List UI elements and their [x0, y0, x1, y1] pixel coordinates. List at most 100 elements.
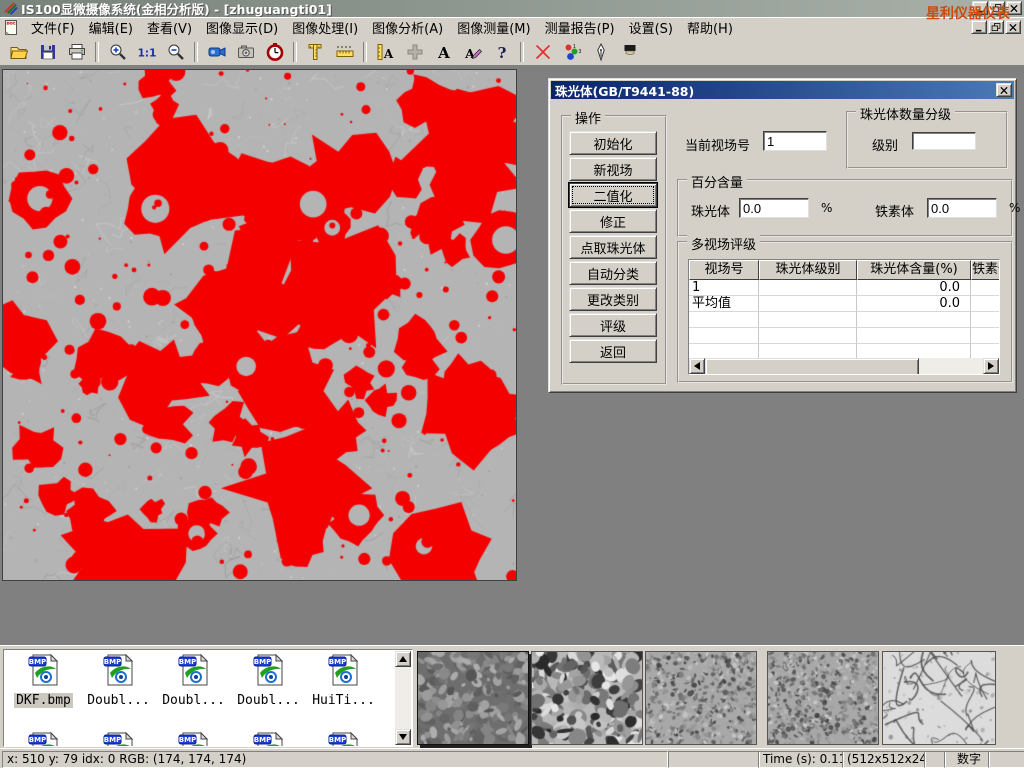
- menu-item-image-measure[interactable]: 图像测量(M): [450, 16, 537, 39]
- op-button-change-class[interactable]: 更改类别: [569, 287, 657, 311]
- toolbar-separator: [293, 42, 297, 62]
- table-cell: [759, 280, 857, 296]
- menu-item-settings[interactable]: 设置(S): [622, 16, 680, 39]
- table-header-pearlite-grade[interactable]: 珠光体级别: [759, 260, 857, 280]
- scrollbar-thumb[interactable]: [705, 358, 919, 375]
- table-header-ferrite-content[interactable]: 铁素体含量(%): [971, 260, 1000, 280]
- open-icon[interactable]: [5, 40, 32, 64]
- help-icon[interactable]: ?: [488, 40, 515, 64]
- zoom-out-icon[interactable]: [162, 40, 189, 64]
- menu-item-image-display[interactable]: 图像显示(D): [199, 16, 285, 39]
- annotate-icon[interactable]: A: [459, 40, 486, 64]
- timer-clock-icon[interactable]: [261, 40, 288, 64]
- file-item-doubl-3[interactable]: BMPDoubl...: [231, 653, 306, 708]
- color-count-icon[interactable]: 13: [558, 40, 585, 64]
- status-blank-3: [988, 751, 1024, 768]
- op-button-init[interactable]: 初始化: [569, 131, 657, 155]
- table-row-1[interactable]: 10.0: [689, 280, 999, 296]
- table-row-4[interactable]: [689, 328, 999, 344]
- table-row-3[interactable]: [689, 312, 999, 328]
- thumbnail-4[interactable]: [767, 651, 879, 745]
- current-field-input[interactable]: [763, 131, 827, 151]
- menu-item-measure-report[interactable]: 测量报告(P): [538, 16, 622, 39]
- crosshair-icon[interactable]: [401, 40, 428, 64]
- multi-field-group: 多视场评级 视场号珠光体级别珠光体含量(%)铁素体含量(%) 10.0平均值0.…: [677, 241, 1013, 383]
- op-button-binarize[interactable]: 二值化: [569, 183, 657, 207]
- op-button-pick-pearlite[interactable]: 点取珠光体: [569, 235, 657, 259]
- menu-item-image-process[interactable]: 图像处理(I): [285, 16, 365, 39]
- text-label-icon[interactable]: A: [430, 40, 457, 64]
- file-item-partial[interactable]: BMP: [81, 731, 156, 747]
- op-button-grade[interactable]: 评级: [569, 313, 657, 337]
- save-icon[interactable]: [34, 40, 61, 64]
- table-row-2[interactable]: 平均值0.0: [689, 296, 999, 312]
- file-row: BMPDKF.bmpBMPDoubl...BMPDoubl...BMPDoubl…: [6, 653, 381, 708]
- spline-erase-icon[interactable]: [529, 40, 556, 64]
- file-scrollbar-thumb[interactable]: [395, 668, 411, 706]
- ruler-icon[interactable]: [331, 40, 358, 64]
- thumbnail-5[interactable]: [882, 651, 996, 745]
- table-header-pearlite-content[interactable]: 珠光体含量(%): [857, 260, 971, 280]
- file-item-doubl-1[interactable]: BMPDoubl...: [81, 653, 156, 708]
- file-name: DKF.bmp: [14, 693, 73, 708]
- bmp-file-icon: BMP: [102, 653, 136, 691]
- table-header-field-no[interactable]: 视场号: [689, 260, 759, 280]
- scroll-left-icon[interactable]: [689, 358, 705, 374]
- capture-camera-icon[interactable]: [232, 40, 259, 64]
- file-item-partial[interactable]: BMP: [156, 731, 231, 747]
- op-button-return[interactable]: 返回: [569, 339, 657, 363]
- file-browser: BMPDKF.bmpBMPDoubl...BMPDoubl...BMPDoubl…: [3, 649, 413, 747]
- scroll-right-icon[interactable]: [983, 358, 999, 374]
- grade-group: 珠光体数量分级 级别: [846, 111, 1008, 169]
- ferrite-percent-input[interactable]: [927, 198, 997, 218]
- table-cell: [689, 312, 759, 328]
- scroll-up-icon[interactable]: [395, 651, 411, 667]
- menu-item-image-analysis[interactable]: 图像分析(A): [365, 16, 450, 39]
- scroll-down-icon[interactable]: [395, 729, 411, 745]
- file-item-dkf[interactable]: BMPDKF.bmp: [6, 653, 81, 708]
- menu-item-help[interactable]: 帮助(H): [680, 16, 740, 39]
- field-table[interactable]: 视场号珠光体级别珠光体含量(%)铁素体含量(%) 10.0平均值0.0: [688, 259, 1000, 375]
- file-item-doubl-2[interactable]: BMPDoubl...: [156, 653, 231, 708]
- pearlite-percent-input[interactable]: [739, 198, 809, 218]
- dialog-title-bar[interactable]: 珠光体(GB/T9441-88): [551, 81, 1014, 99]
- grade-input[interactable]: [912, 132, 976, 150]
- application-window: IS100显微摄像系统(金相分析版) - [zhuguangti01] 星利仪器…: [0, 0, 1024, 768]
- actual-size-icon[interactable]: 1:1: [133, 40, 160, 64]
- metallographic-image[interactable]: [2, 69, 517, 581]
- caliper-icon[interactable]: [302, 40, 329, 64]
- menu-item-view[interactable]: 查看(V): [140, 16, 199, 39]
- thumbnail-1[interactable]: [417, 651, 529, 745]
- brush-icon[interactable]: [616, 40, 643, 64]
- pen-icon[interactable]: [587, 40, 614, 64]
- table-cell: [971, 312, 1000, 328]
- file-item-huiti[interactable]: BMPHuiTi...: [306, 653, 381, 708]
- menu-item-file[interactable]: 文件(F): [24, 16, 82, 39]
- bmp-file-icon: BMP: [27, 731, 61, 747]
- table-cell: 0.0: [857, 280, 971, 296]
- table-cell: 0.0: [857, 296, 971, 312]
- video-camera-icon[interactable]: [203, 40, 230, 64]
- measure-text-icon[interactable]: A: [372, 40, 399, 64]
- op-button-auto-classify[interactable]: 自动分类: [569, 261, 657, 285]
- file-item-partial[interactable]: BMP: [6, 731, 81, 747]
- table-horizontal-scrollbar[interactable]: [689, 358, 999, 374]
- thumbnail-2[interactable]: [531, 651, 643, 745]
- zoom-in-icon[interactable]: [104, 40, 131, 64]
- bottom-panel: BMPDKF.bmpBMPDoubl...BMPDoubl...BMPDoubl…: [0, 645, 1024, 749]
- pearlite-dialog: 珠光体(GB/T9441-88) 操作 初始化新视场二值化修正点取珠光体自动分类…: [548, 78, 1017, 393]
- menu-item-edit[interactable]: 编辑(E): [82, 16, 140, 39]
- dialog-title: 珠光体(GB/T9441-88): [551, 81, 694, 100]
- scrollbar-track[interactable]: [705, 358, 983, 374]
- svg-text:BMP: BMP: [103, 736, 120, 744]
- file-vertical-scrollbar[interactable]: [395, 651, 411, 745]
- print-icon[interactable]: [63, 40, 90, 64]
- thumbnail-3[interactable]: [645, 651, 757, 745]
- file-item-partial[interactable]: BMP: [231, 731, 306, 747]
- file-item-partial[interactable]: BMP: [306, 731, 381, 747]
- op-button-correct[interactable]: 修正: [569, 209, 657, 233]
- dialog-close-icon[interactable]: [996, 83, 1012, 97]
- op-button-new-field[interactable]: 新视场: [569, 157, 657, 181]
- toolbar-separator: [520, 42, 524, 62]
- operations-group-label: 操作: [571, 108, 605, 127]
